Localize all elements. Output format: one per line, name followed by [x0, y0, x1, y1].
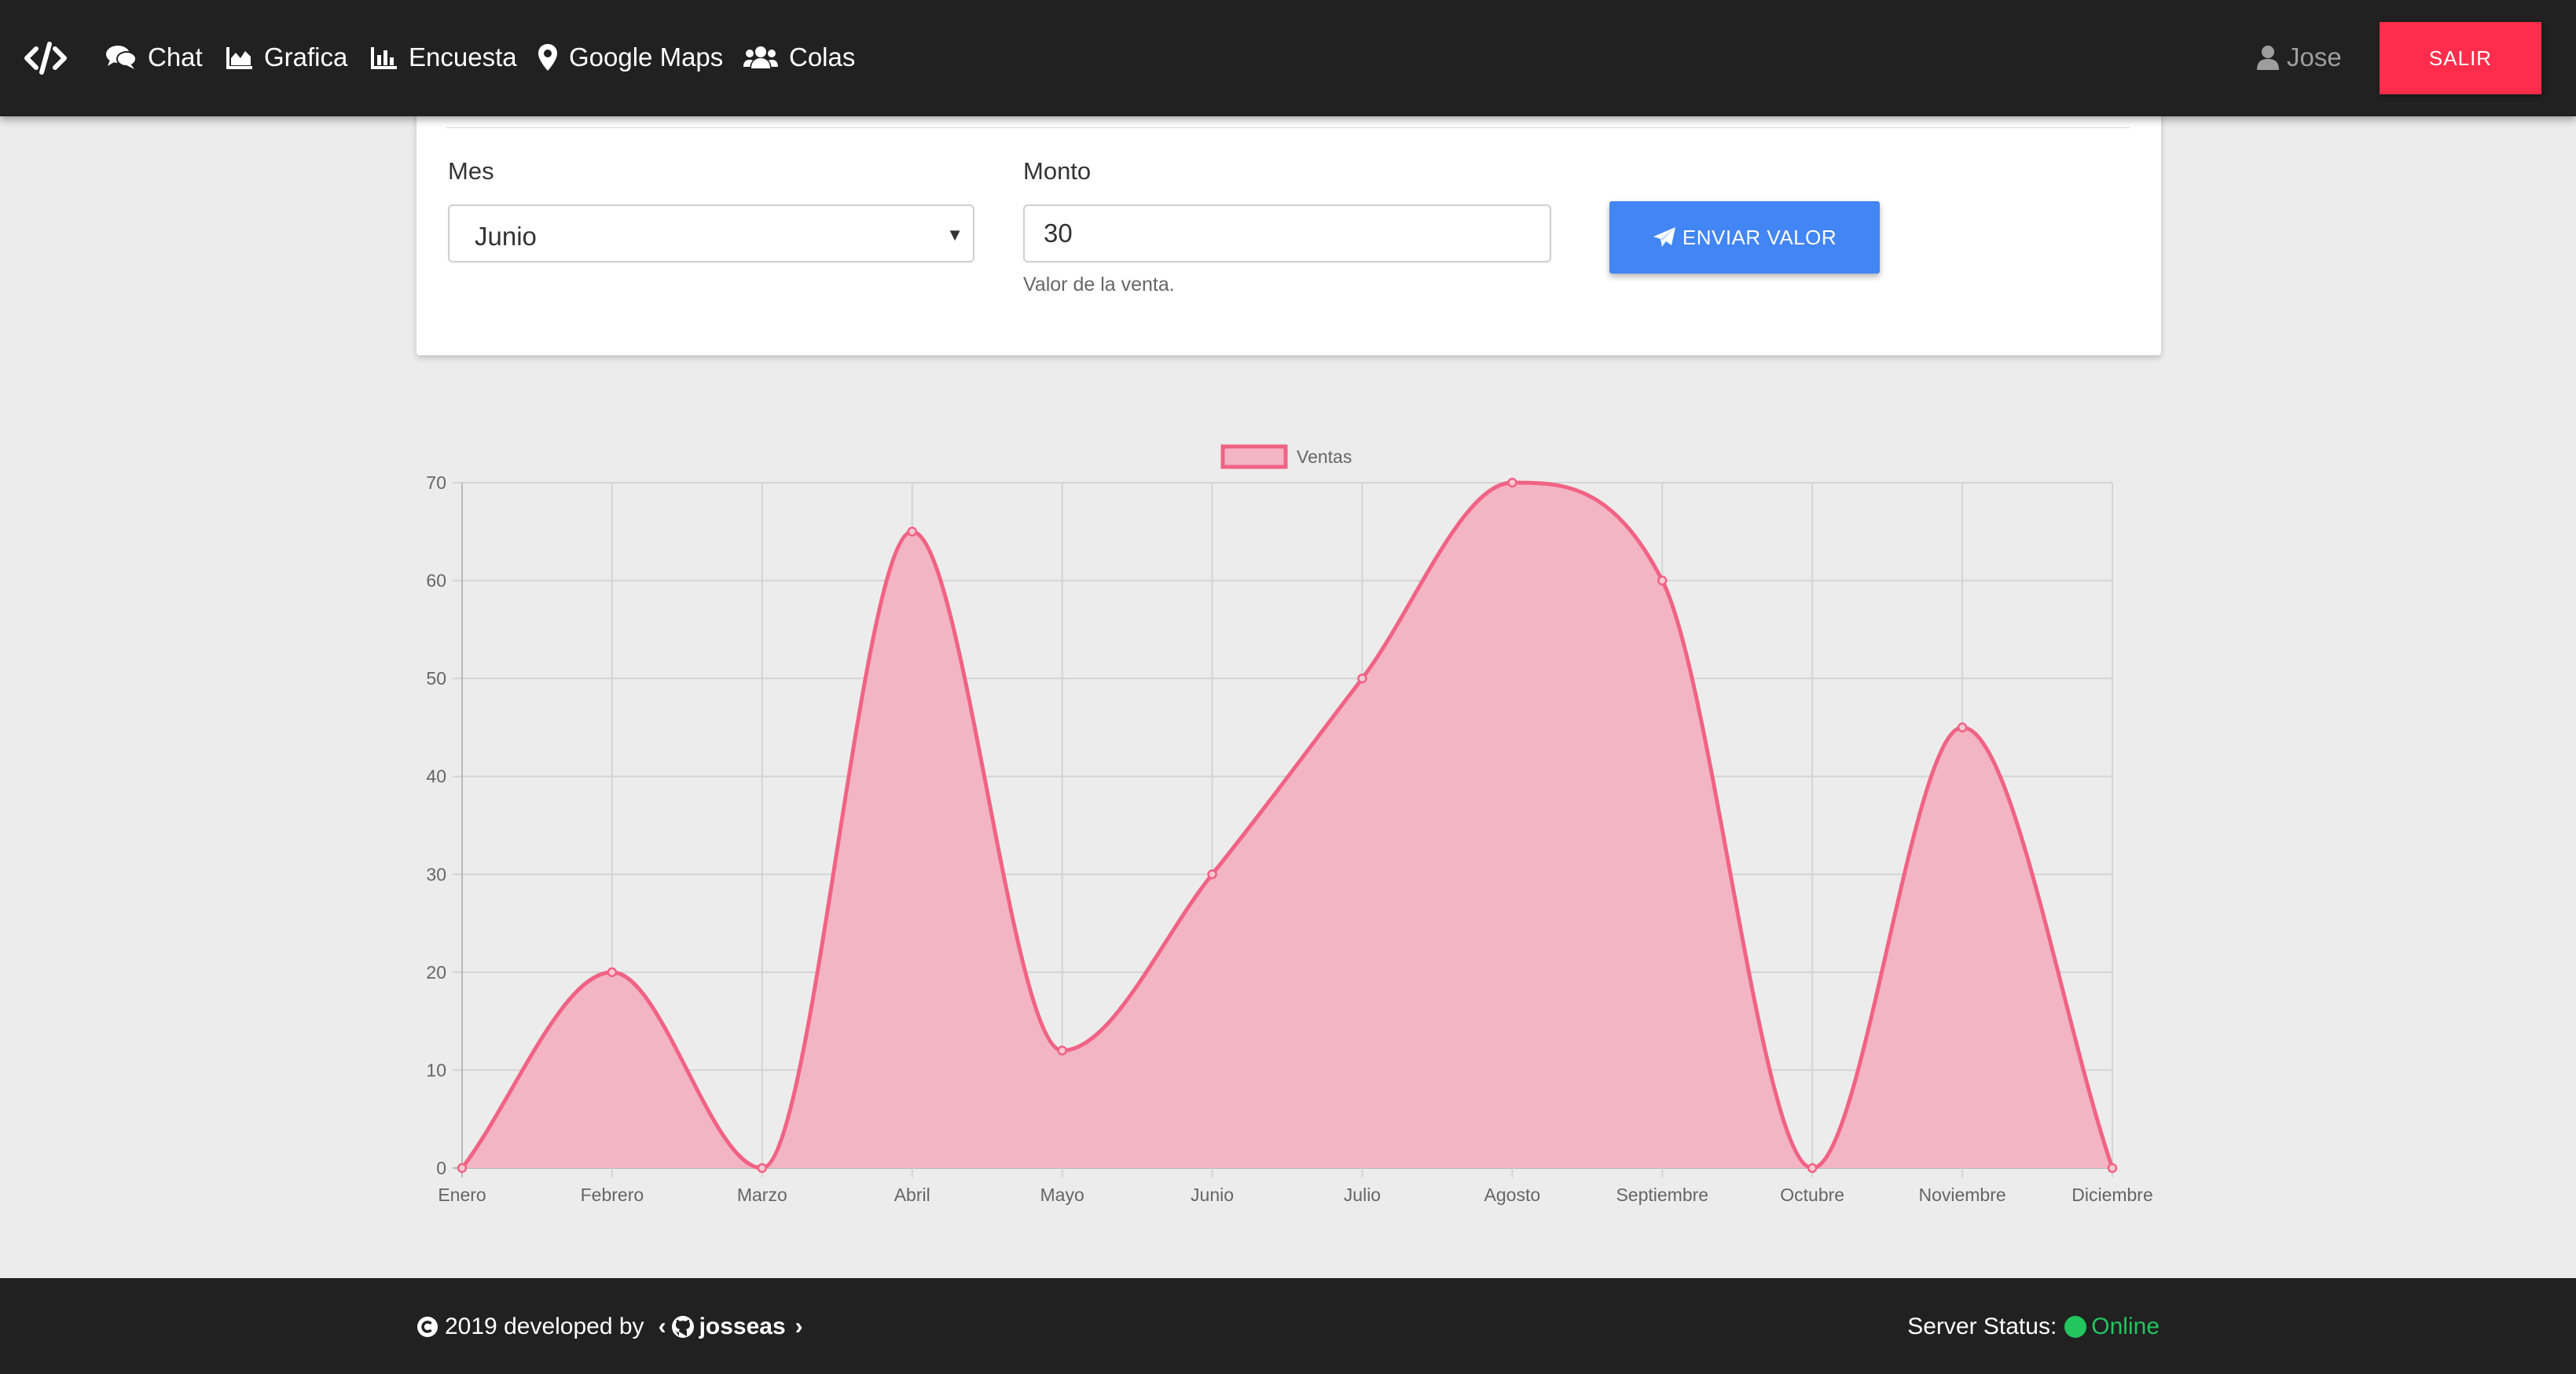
x-tick-label: Marzo	[737, 1185, 787, 1205]
top-navbar: Chat Grafica Encuesta Google Maps Colas …	[0, 0, 2576, 116]
copyright: 2019 developed by ‹ josseas ›	[416, 1311, 803, 1343]
nav-link-label: Google Maps	[569, 42, 724, 72]
github-username: josseas	[699, 1313, 786, 1339]
y-tick-label: 20	[426, 962, 446, 983]
data-point	[1807, 1163, 1818, 1174]
page-footer: 2019 developed by ‹ josseas › Server Sta…	[0, 1278, 2576, 1374]
nav-link-colas[interactable]: Colas	[743, 38, 855, 77]
user-menu[interactable]: Jose	[2257, 38, 2342, 77]
copyright-text: 2019 developed by	[445, 1313, 644, 1339]
github-icon	[671, 1316, 694, 1338]
x-tick-label: Junio	[1191, 1185, 1234, 1205]
y-tick-label: 30	[426, 864, 446, 884]
series-area-ventas	[462, 483, 2112, 1168]
x-tick-label: Diciembre	[2071, 1185, 2153, 1205]
server-status-value: Online	[2091, 1313, 2160, 1339]
chevron-left-icon: ‹	[658, 1313, 666, 1339]
sales-form-card: Mes Junio ▼ Monto Valor de la venta. ENV…	[416, 110, 2161, 355]
status-dot-icon	[2064, 1316, 2087, 1338]
x-tick-label: Julio	[1344, 1185, 1381, 1205]
server-status: Server Status: Online	[1907, 1311, 2160, 1343]
user-name: Jose	[2287, 42, 2342, 72]
comments-icon	[106, 46, 137, 69]
nav-link-label: Encuesta	[409, 42, 517, 72]
nav-link-encuesta[interactable]: Encuesta	[371, 38, 517, 77]
nav-link-grafica[interactable]: Grafica	[226, 38, 347, 77]
legend-swatch	[1220, 444, 1288, 469]
data-point	[607, 967, 618, 978]
x-tick-label: Agosto	[1484, 1185, 1541, 1205]
nav-link-label: Grafica	[264, 42, 348, 72]
code-icon[interactable]	[24, 41, 68, 75]
nav-link-google-maps[interactable]: Google Maps	[538, 38, 723, 77]
map-marker-icon	[538, 44, 557, 71]
data-point	[907, 527, 917, 537]
nav-link-label: Colas	[789, 42, 856, 72]
monto-help-text: Valor de la venta.	[1023, 274, 1175, 296]
area-chart-icon	[226, 47, 252, 69]
send-value-label: ENVIAR VALOR	[1682, 225, 1837, 249]
logout-button[interactable]: SALIR	[2380, 22, 2541, 94]
chevron-right-icon: ›	[794, 1313, 803, 1339]
user-icon	[2257, 46, 2279, 70]
caret-down-icon: ▼	[946, 225, 963, 244]
send-value-button[interactable]: ENVIAR VALOR	[1609, 201, 1880, 274]
nav-link-chat[interactable]: Chat	[105, 38, 203, 77]
y-tick-label: 40	[426, 766, 446, 787]
mes-label: Mes	[448, 157, 494, 185]
data-point	[1357, 673, 1367, 684]
data-point	[2107, 1163, 2118, 1174]
y-tick-label: 50	[426, 668, 446, 689]
y-tick-label: 60	[426, 571, 446, 591]
users-icon	[743, 46, 778, 68]
y-tick-label: 70	[426, 472, 446, 493]
y-tick-label: 10	[426, 1060, 446, 1080]
data-point	[1507, 477, 1517, 488]
x-tick-label: Febrero	[581, 1185, 644, 1205]
y-tick-label: 0	[436, 1158, 446, 1178]
data-point	[457, 1163, 468, 1174]
legend-label: Ventas	[1297, 446, 1352, 467]
x-tick-label: Septiembre	[1616, 1185, 1708, 1205]
x-tick-label: Octubre	[1780, 1185, 1844, 1205]
monto-label: Monto	[1023, 157, 1092, 185]
series-line-ventas	[461, 480, 2115, 1170]
data-point	[1957, 722, 1968, 733]
monto-input[interactable]	[1023, 204, 1551, 263]
data-point	[1057, 1045, 1067, 1056]
nav-link-label: Chat	[148, 42, 203, 72]
bar-chart-icon	[371, 47, 397, 69]
server-status-label: Server Status:	[1907, 1313, 2057, 1339]
data-point	[757, 1163, 768, 1174]
x-tick-label: Enero	[438, 1185, 486, 1205]
x-tick-label: Abril	[894, 1185, 930, 1205]
paper-plane-icon	[1653, 227, 1675, 247]
x-tick-label: Mayo	[1040, 1185, 1084, 1205]
mes-select-value: Junio	[475, 222, 537, 251]
data-point	[1207, 869, 1217, 880]
x-tick-label: Noviembre	[1918, 1185, 2005, 1205]
data-point	[1657, 575, 1668, 586]
mes-select[interactable]: Junio ▼	[448, 204, 974, 263]
github-link[interactable]: ‹ josseas ›	[659, 1313, 803, 1340]
divider	[446, 127, 2130, 128]
copyright-icon	[417, 1317, 438, 1337]
